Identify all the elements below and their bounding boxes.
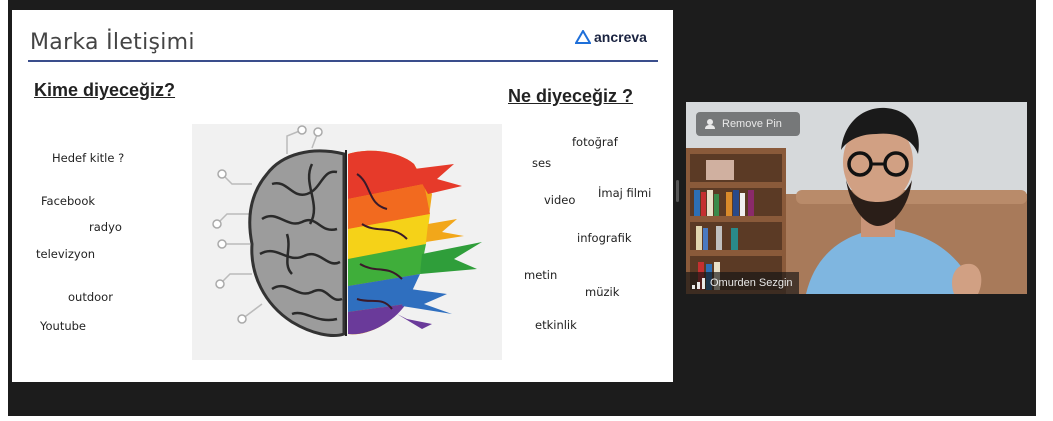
pin-icon — [705, 119, 715, 129]
triangle-logo-icon — [575, 30, 591, 44]
participant-video[interactable]: Remove Pin Omurden Sezgin — [686, 102, 1027, 294]
right-word: İmaj filmi — [598, 186, 652, 200]
participant-name-tag: Omurden Sezgin — [686, 272, 799, 294]
left-heading: Kime diyeceğiz? — [34, 80, 176, 100]
right-word: infografik — [577, 231, 632, 245]
right-heading: Ne diyeceğiz ? — [508, 86, 634, 106]
title-divider — [28, 60, 658, 62]
participant-name: Omurden Sezgin — [710, 277, 793, 289]
shared-slide: Marka İletişimi ancreva Kime diyeceğiz? … — [12, 10, 673, 382]
left-word: radyo — [89, 220, 122, 234]
right-word: fotoğraf — [572, 135, 618, 149]
signal-strength-icon — [692, 278, 705, 289]
right-word: metin — [524, 268, 558, 282]
slide-title: Marka İletişimi — [30, 30, 195, 55]
left-word: Facebook — [41, 194, 96, 208]
left-word: Hedef kitle ? — [52, 151, 125, 165]
brand-logo: ancreva — [575, 27, 647, 47]
remove-pin-button[interactable]: Remove Pin — [696, 112, 800, 136]
right-word: etkinlik — [535, 318, 577, 332]
left-word: Youtube — [40, 319, 86, 333]
brain-illustration — [192, 124, 502, 360]
right-word: ses — [532, 156, 552, 170]
brain-image — [212, 125, 482, 337]
panel-resize-handle[interactable] — [676, 180, 679, 202]
left-word: outdoor — [68, 290, 113, 304]
right-word: müzik — [585, 285, 620, 299]
left-word: televizyon — [36, 247, 96, 261]
remove-pin-label: Remove Pin — [722, 118, 782, 130]
logo-text: ancreva — [594, 29, 647, 45]
right-word: video — [544, 193, 576, 207]
